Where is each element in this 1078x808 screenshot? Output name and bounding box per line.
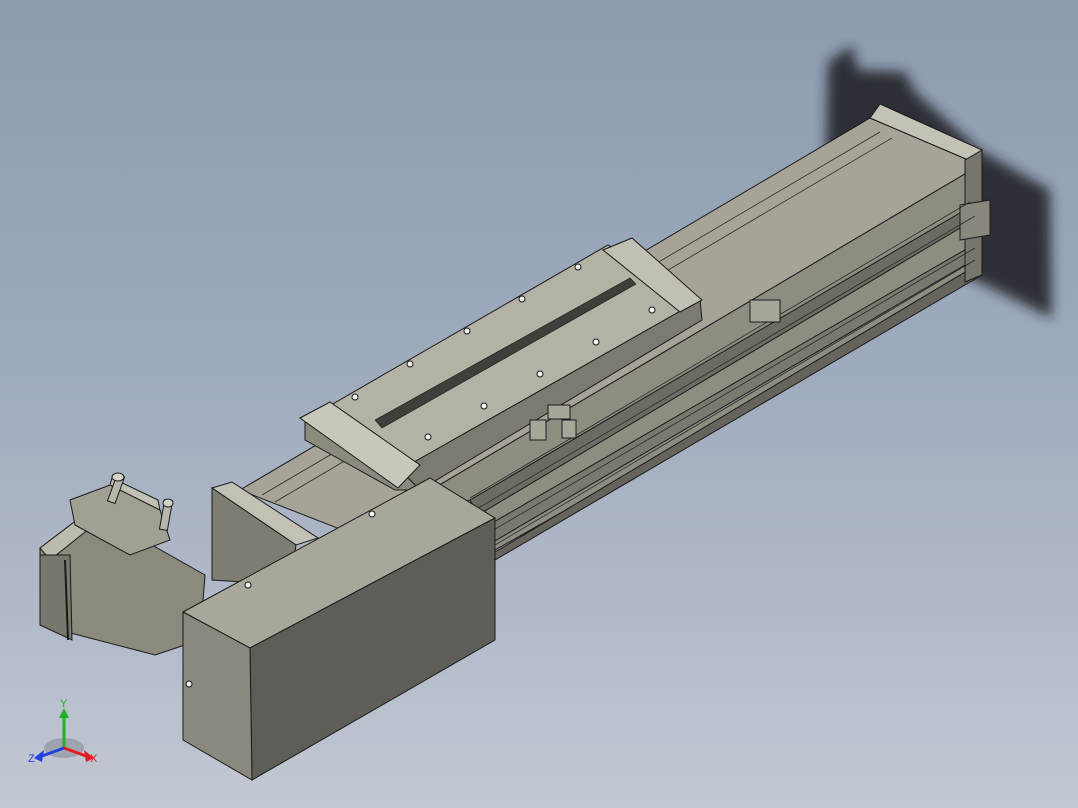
graphics-viewport[interactable]: Y X Z [0, 0, 1078, 808]
coordinate-triad: Y X Z [28, 698, 98, 765]
z-axis-label: Z [28, 753, 35, 765]
cad-model-scene[interactable]: Y X Z [0, 0, 1078, 808]
z-axis-head [34, 750, 44, 762]
y-axis-label: Y [60, 698, 68, 710]
x-axis-label: X [90, 753, 98, 765]
